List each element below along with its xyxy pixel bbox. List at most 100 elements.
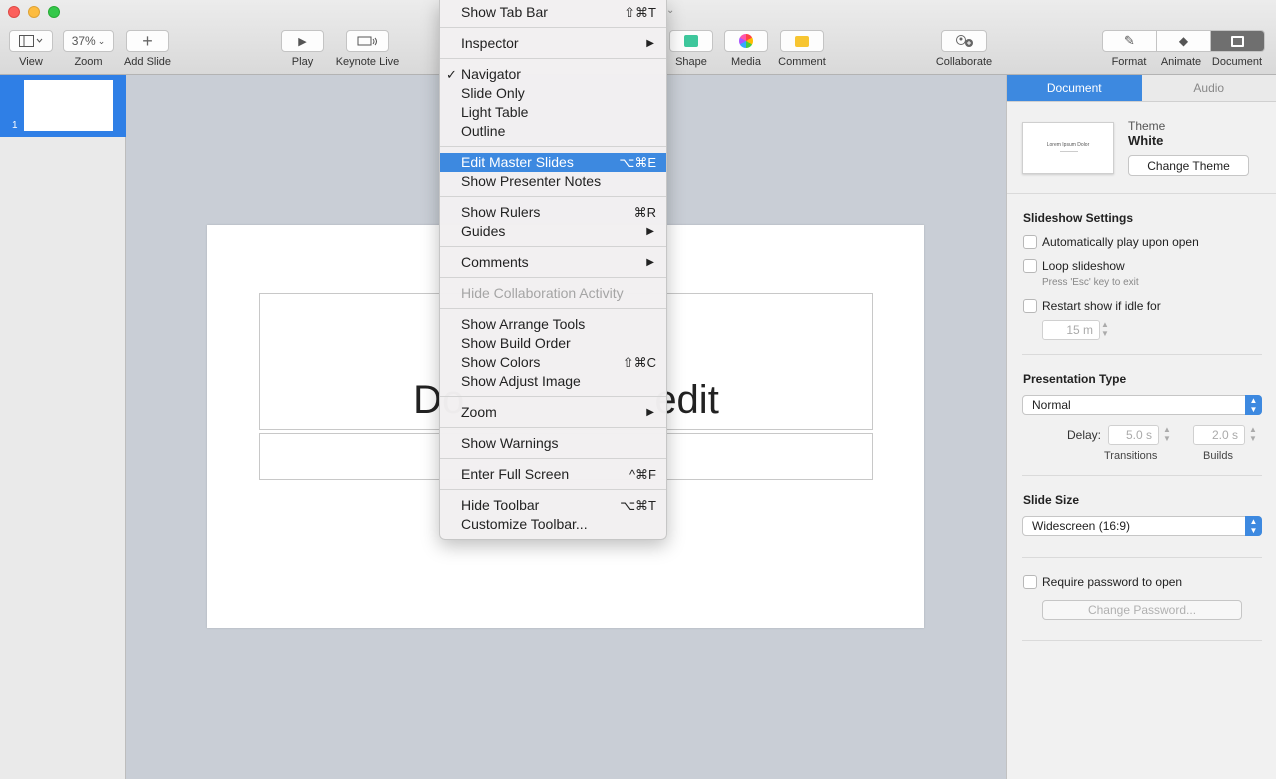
slide-navigator: 1 [0,75,126,779]
slide-number: 1 [12,120,18,131]
zoom-window-button[interactable] [48,6,60,18]
change-password-button[interactable]: Change Password... [1042,600,1242,620]
view-menu: Show Tab Bar ⇧⌘T Inspector ▶ ✓ Navigator Sl… [439,0,667,540]
zoom-value: 37% [71,34,96,48]
loop-label: Loop slideshow [1042,259,1125,273]
theme-thumbnail-text: Lorem Ipsum Dolor [1046,142,1090,148]
menu-item-label: Comments [461,254,529,270]
menu-item-zoom[interactable]: Zoom ▶ [440,403,666,422]
idle-time-field[interactable]: 15 m [1042,320,1100,340]
builds-delay-field[interactable]: 2.0 s [1193,425,1245,445]
view-button[interactable] [9,30,53,52]
menu-item-label: Guides [461,223,506,239]
transitions-label: Transitions [1104,450,1158,462]
change-theme-button[interactable]: Change Theme [1128,155,1249,176]
auto-play-checkbox[interactable] [1023,235,1037,249]
shape-label: Shape [675,56,707,68]
view-icon [19,35,43,47]
theme-thumbnail[interactable]: Lorem Ipsum Dolor [1022,122,1114,174]
collaborate-label: Collaborate [935,56,993,68]
collaborate-button[interactable] [941,30,987,52]
restart-row: Restart show if idle for [1023,299,1161,313]
divider [1022,640,1262,641]
restart-checkbox[interactable] [1023,299,1037,313]
menu-item-show-warnings[interactable]: Show Warnings [440,434,666,453]
menu-item-label: Zoom [461,404,497,420]
loop-row: Loop slideshow [1023,259,1125,273]
document-inspector: Document Audio Lorem Ipsum Dolor Theme W… [1006,75,1276,779]
theme-section: Lorem Ipsum Dolor Theme White Change The… [1007,102,1276,194]
slide-size-select[interactable]: Widescreen (16:9) ▲ ▼ [1022,516,1262,536]
menu-item-label: Show Arrange Tools [461,316,586,332]
menu-item-customize-toolbar[interactable]: Customize Toolbar... [440,515,666,534]
shape-button[interactable] [669,30,713,52]
title-chevron-icon[interactable]: ⌄ [666,5,674,16]
transitions-stepper[interactable]: ▲ ▼ [1162,425,1172,445]
menu-item-slide-only[interactable]: Slide Only [440,84,666,103]
add-slide-button[interactable]: + [126,30,169,52]
menu-separator [440,27,666,28]
loop-checkbox[interactable] [1023,259,1037,273]
minimize-window-button[interactable] [28,6,40,18]
animate-button[interactable]: ◆ [1157,31,1211,51]
builds-stepper[interactable]: ▲ ▼ [1248,425,1258,445]
inspector-segmented-control: ✎ ◆ [1102,30,1265,52]
menu-item-label: Customize Toolbar... [461,516,588,532]
menu-item-guides[interactable]: Guides ▶ [440,222,666,241]
menu-item-light-table[interactable]: Light Table [440,103,666,122]
document-button[interactable] [1211,31,1264,51]
menu-item-hide-toolbar[interactable]: Hide Toolbar ⌥⌘T [440,496,666,515]
menu-item-show-colors[interactable]: Show Colors ⇧⌘C [440,353,666,372]
keynote-live-label: Keynote Live [335,56,400,68]
menu-item-enter-full-screen[interactable]: Enter Full Screen ^⌘F [440,465,666,484]
menu-item-show-presenter-notes[interactable]: Show Presenter Notes [440,172,666,191]
menu-item-edit-master-slides[interactable]: Edit Master Slides ⌥⌘E [440,153,666,172]
require-password-label: Require password to open [1042,575,1183,589]
menu-separator [440,489,666,490]
menu-item-shortcut: ⇧⌘C [622,355,656,370]
loop-hint: Press 'Esc' key to exit [1042,277,1139,288]
select-arrows-icon: ▲ ▼ [1245,395,1262,415]
slideshow-settings-heading: Slideshow Settings [1023,211,1134,225]
paintbrush-icon: ✎ [1124,33,1135,48]
menu-item-show-build-order[interactable]: Show Build Order [440,334,666,353]
tab-document[interactable]: Document [1007,75,1142,101]
menu-item-show-arrange-tools[interactable]: Show Arrange Tools [440,315,666,334]
transitions-delay-field[interactable]: 5.0 s [1108,425,1159,445]
tab-audio[interactable]: Audio [1141,75,1276,101]
submenu-arrow-icon: ▶ [646,257,654,268]
menu-item-show-adjust-image[interactable]: Show Adjust Image [440,372,666,391]
menu-item-comments[interactable]: Comments ▶ [440,253,666,272]
menu-item-shortcut: ⌥⌘T [620,498,656,513]
close-window-button[interactable] [8,6,20,18]
menu-item-label: Show Build Order [461,335,571,351]
animate-icon: ◆ [1178,34,1189,48]
idle-time-stepper[interactable]: ▲ ▼ [1100,320,1110,340]
menu-item-show-rulers[interactable]: Show Rulers ⌘R [440,203,666,222]
menu-item-label: Show Colors [461,354,541,370]
menu-item-show-tab-bar[interactable]: Show Tab Bar ⇧⌘T [440,3,666,22]
menu-separator [440,146,666,147]
menu-item-inspector[interactable]: Inspector ▶ [440,34,666,53]
chevron-down-icon: ⌄ [97,35,106,46]
presentation-type-select[interactable]: Normal ▲ ▼ [1022,395,1262,415]
menu-item-shortcut: ⌥⌘E [619,155,656,170]
menu-item-label: Slide Only [461,85,525,101]
keynote-live-button[interactable] [346,30,389,52]
slide-thumbnail-1[interactable]: 1 [0,75,126,137]
menu-separator [440,427,666,428]
media-button[interactable] [724,30,768,52]
menu-separator [440,396,666,397]
require-password-checkbox[interactable] [1023,575,1037,589]
format-label: Format [1111,56,1147,68]
comment-button[interactable] [780,30,824,52]
format-button[interactable]: ✎ [1103,31,1157,51]
play-button[interactable]: ▶ [281,30,324,52]
menu-item-outline[interactable]: Outline [440,122,666,141]
play-label: Play [291,56,314,68]
menu-item-navigator[interactable]: ✓ Navigator [440,65,666,84]
zoom-select[interactable]: 37% ⌄ [63,30,114,52]
presentation-type-value: Normal [1032,398,1071,412]
keynote-live-icon [357,36,377,45]
submenu-arrow-icon: ▶ [646,38,654,49]
